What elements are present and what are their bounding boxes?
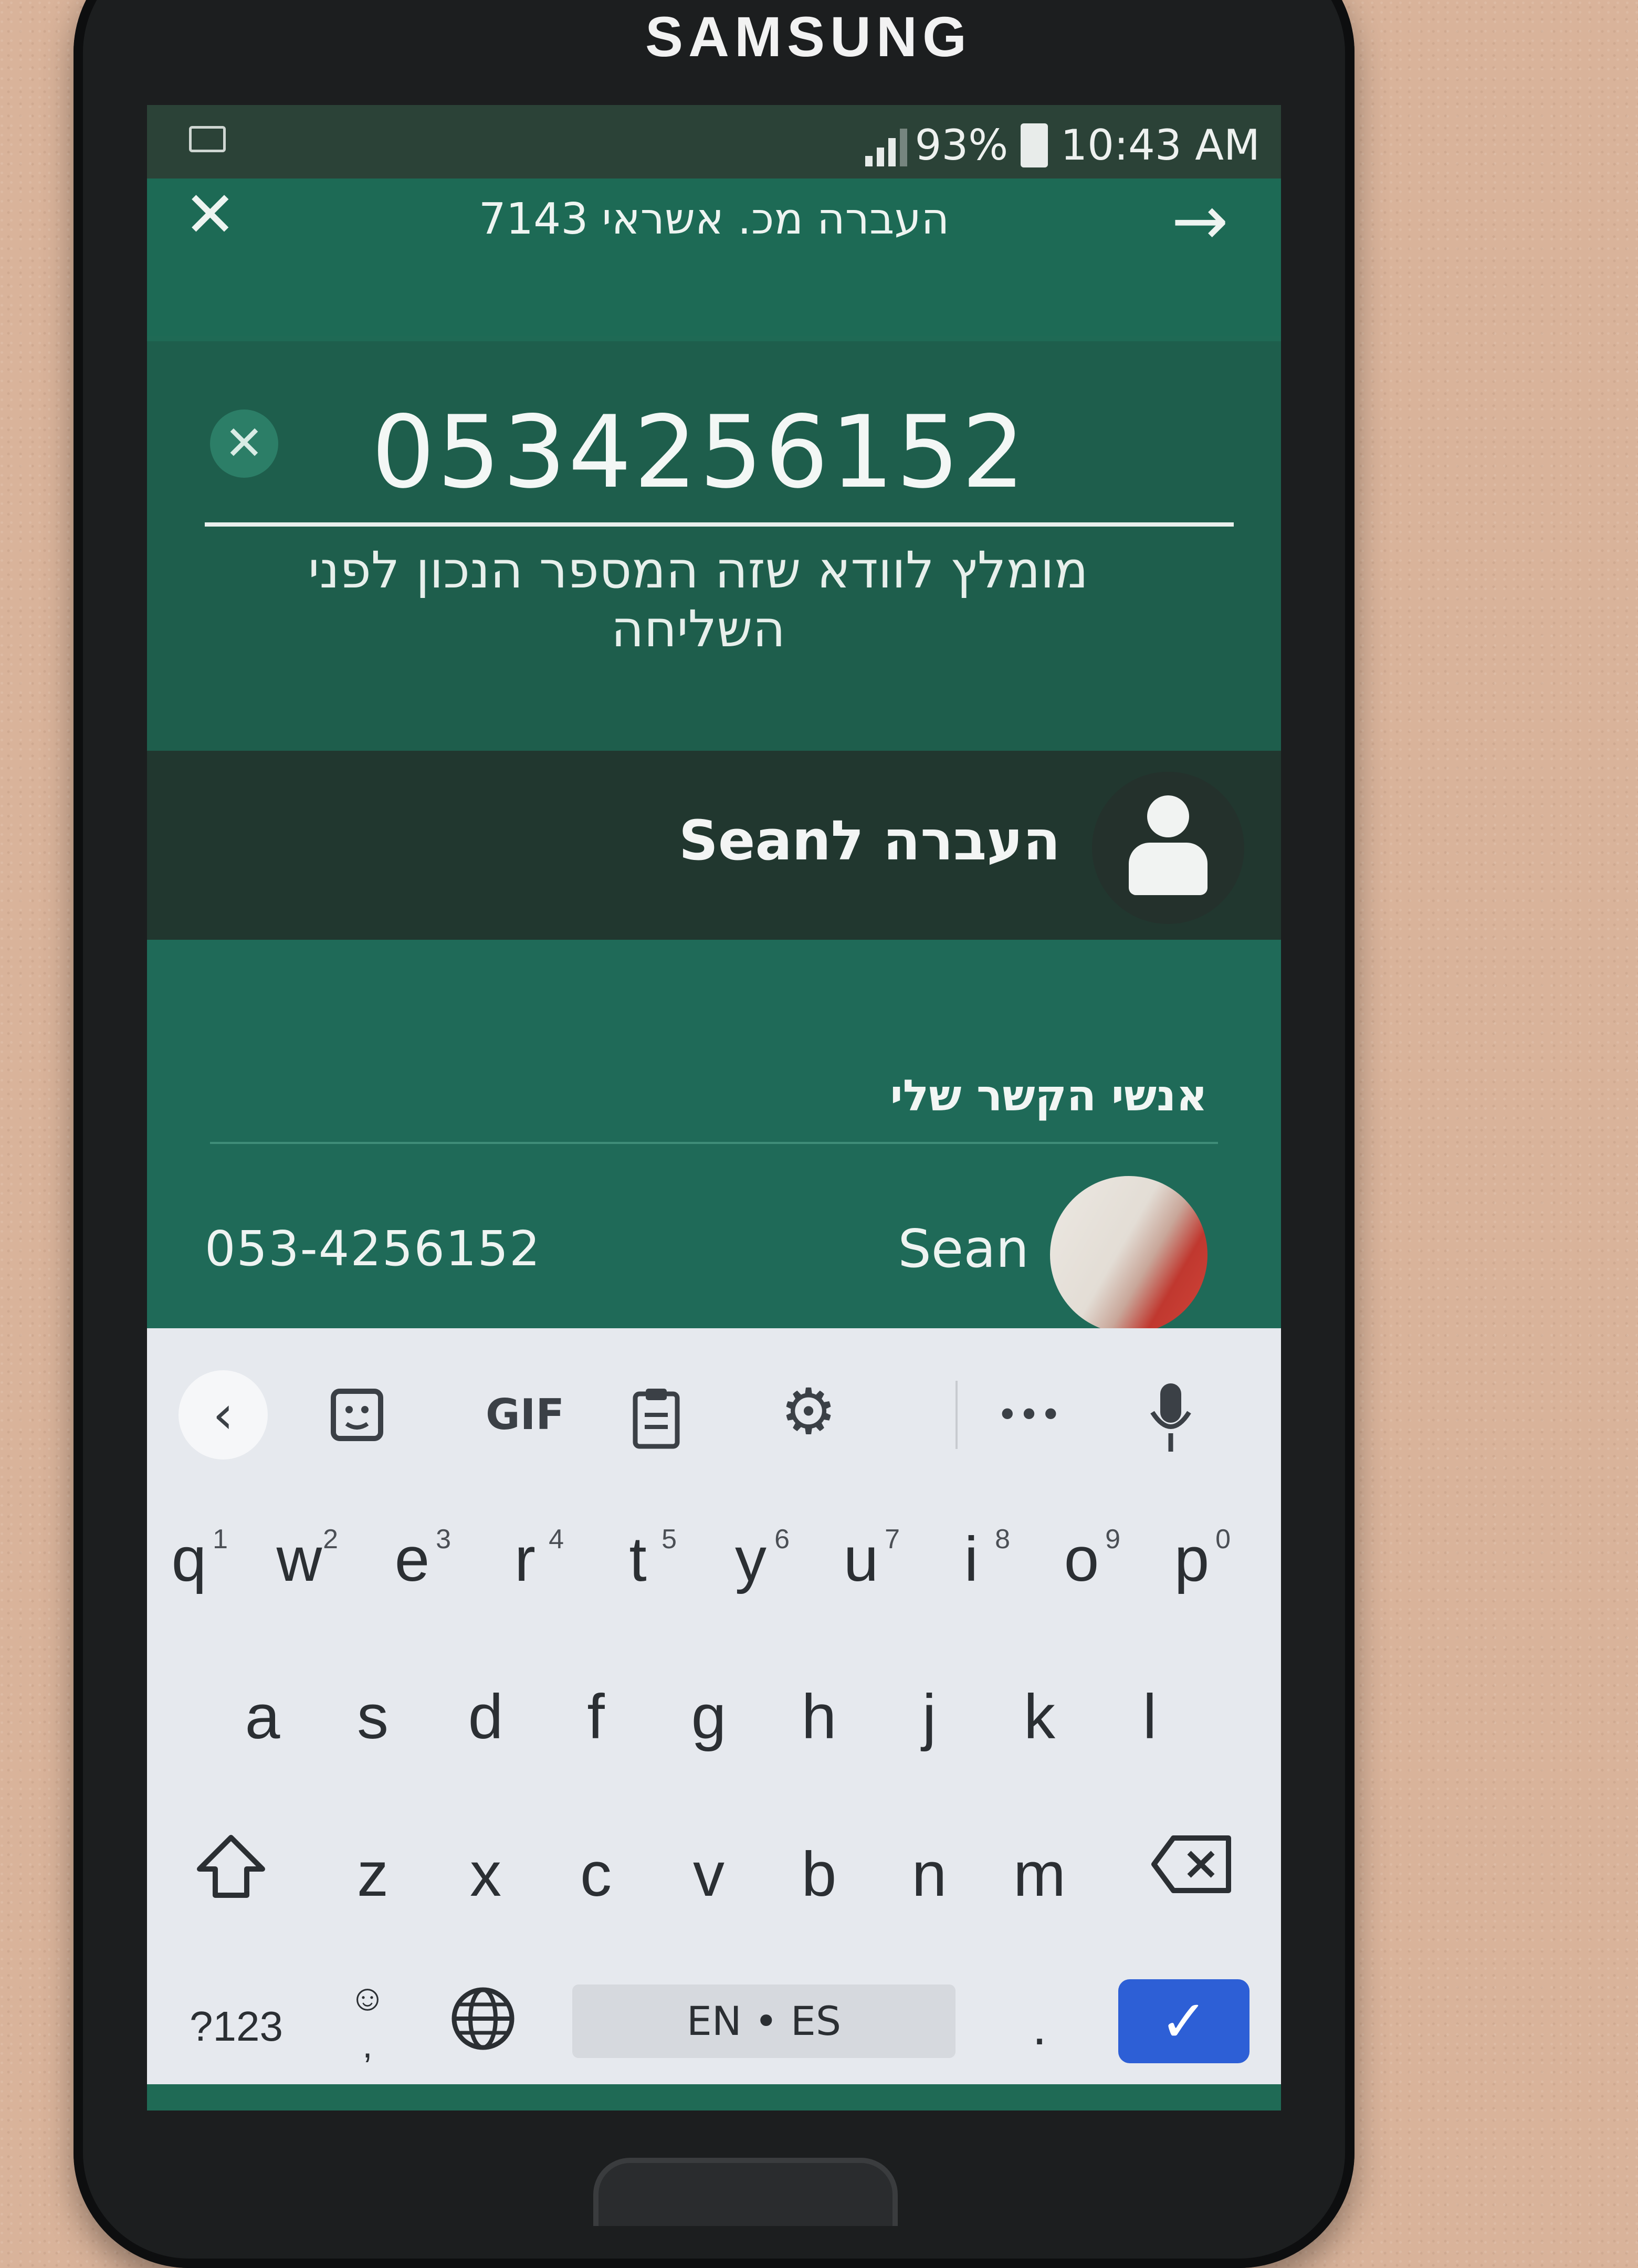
key-hint: 2 — [323, 1524, 338, 1555]
screen: 93% 10:43 AM ✕ העברה מכ. אשראי 7143 → ✕ … — [147, 105, 1281, 2110]
toolbar-separator — [956, 1381, 958, 1449]
key-d[interactable]: d — [444, 1675, 528, 1759]
key-hint: 7 — [885, 1524, 900, 1555]
battery-icon — [1021, 123, 1048, 167]
key-o[interactable]: o9 — [1040, 1517, 1124, 1601]
key-hint: 5 — [662, 1524, 677, 1555]
shift-icon[interactable] — [178, 1832, 284, 1921]
key-hint: 6 — [774, 1524, 790, 1555]
more-icon[interactable]: ••• — [976, 1389, 1082, 1441]
period-key[interactable]: . — [1003, 1990, 1076, 2063]
key-s[interactable]: s — [331, 1675, 415, 1759]
status-bar: 93% 10:43 AM — [147, 105, 1281, 178]
clipboard-icon[interactable] — [620, 1386, 693, 1458]
key-y[interactable]: y6 — [709, 1517, 793, 1601]
key-g[interactable]: g — [667, 1675, 751, 1759]
enter-check-icon[interactable]: ✓ — [1118, 1979, 1250, 2063]
key-hint: 4 — [549, 1524, 564, 1555]
keyboard-back-button[interactable]: ‹ — [178, 1370, 268, 1460]
space-key[interactable]: EN • ES — [572, 1984, 956, 2058]
key-e[interactable]: e3 — [370, 1517, 454, 1601]
key-n[interactable]: n — [887, 1832, 971, 1916]
key-label: y — [735, 1524, 766, 1594]
key-m[interactable]: m — [998, 1832, 1082, 1916]
key-x[interactable]: x — [444, 1832, 528, 1916]
key-v[interactable]: v — [667, 1832, 751, 1916]
symbols-key[interactable]: ?123 — [173, 1995, 299, 2058]
key-w[interactable]: w2 — [257, 1517, 341, 1601]
key-label: w — [276, 1524, 322, 1594]
contacts-divider — [210, 1142, 1218, 1144]
globe-icon[interactable] — [430, 1984, 536, 2055]
key-u[interactable]: u7 — [819, 1517, 903, 1601]
key-label: u — [843, 1524, 879, 1594]
key-j[interactable]: j — [887, 1675, 971, 1759]
key-t[interactable]: t5 — [596, 1517, 680, 1601]
person-icon — [1092, 772, 1244, 924]
key-label: t — [629, 1524, 647, 1594]
clear-icon[interactable]: ✕ — [210, 410, 278, 478]
status-right: 93% 10:43 AM — [834, 121, 1260, 170]
key-label: e — [394, 1524, 430, 1594]
key-a[interactable]: a — [220, 1675, 304, 1759]
key-f[interactable]: f — [554, 1675, 638, 1759]
clock: 10:43 AM — [1060, 121, 1260, 170]
key-label: p — [1174, 1524, 1210, 1594]
key-hint: 9 — [1105, 1524, 1120, 1555]
gear-icon[interactable]: ⚙ — [766, 1381, 850, 1444]
page-title: העברה מכ. אשראי 7143 — [478, 194, 950, 244]
home-button[interactable] — [593, 2158, 898, 2226]
phone-number-input[interactable] — [304, 388, 1094, 516]
backspace-icon[interactable] — [1134, 1832, 1250, 1916]
key-b[interactable]: b — [777, 1832, 861, 1916]
key-label: i — [964, 1524, 979, 1594]
input-underline — [205, 522, 1234, 527]
microphone-icon[interactable] — [1134, 1381, 1208, 1463]
key-h[interactable]: h — [777, 1675, 861, 1759]
emoji-icon[interactable]: ☺, — [326, 1974, 410, 2068]
phone-hint: מומלץ לוודא שזה המספר הנכון לפני השליחה — [308, 541, 1088, 658]
key-q[interactable]: q1 — [147, 1517, 231, 1601]
contacts-title: אנשי הקשר שלי — [890, 1071, 1208, 1121]
gif-button[interactable]: GIF — [472, 1389, 578, 1441]
key-r[interactable]: r4 — [483, 1517, 567, 1601]
key-hint: 3 — [436, 1524, 451, 1555]
battery-percent: 93% — [915, 121, 1009, 170]
contact-name: Sean — [898, 1218, 1029, 1279]
key-hint: 1 — [213, 1524, 228, 1555]
transfer-to-label: העברה לSean — [679, 808, 1060, 873]
keyboard-indicator-icon — [189, 126, 226, 152]
key-z[interactable]: z — [331, 1832, 415, 1916]
key-label: q — [171, 1524, 207, 1594]
contact-avatar — [1050, 1176, 1208, 1334]
device-brand: SAMSUNG — [645, 5, 972, 68]
arrow-right-icon[interactable]: → — [1171, 186, 1228, 255]
key-i[interactable]: i8 — [929, 1517, 1013, 1601]
sticker-icon[interactable] — [320, 1386, 394, 1453]
key-label: r — [514, 1524, 536, 1594]
close-icon[interactable]: ✕ — [184, 184, 237, 247]
person-body — [1129, 843, 1208, 895]
key-l[interactable]: l — [1108, 1675, 1192, 1759]
key-c[interactable]: c — [554, 1832, 638, 1916]
signal-icon — [834, 124, 908, 166]
key-p[interactable]: p0 — [1150, 1517, 1234, 1601]
key-k[interactable]: k — [998, 1675, 1082, 1759]
key-hint: 0 — [1215, 1524, 1231, 1555]
contact-number: 053-4256152 — [205, 1221, 541, 1277]
person-head — [1147, 795, 1189, 837]
key-hint: 8 — [995, 1524, 1010, 1555]
key-label: o — [1064, 1524, 1099, 1594]
